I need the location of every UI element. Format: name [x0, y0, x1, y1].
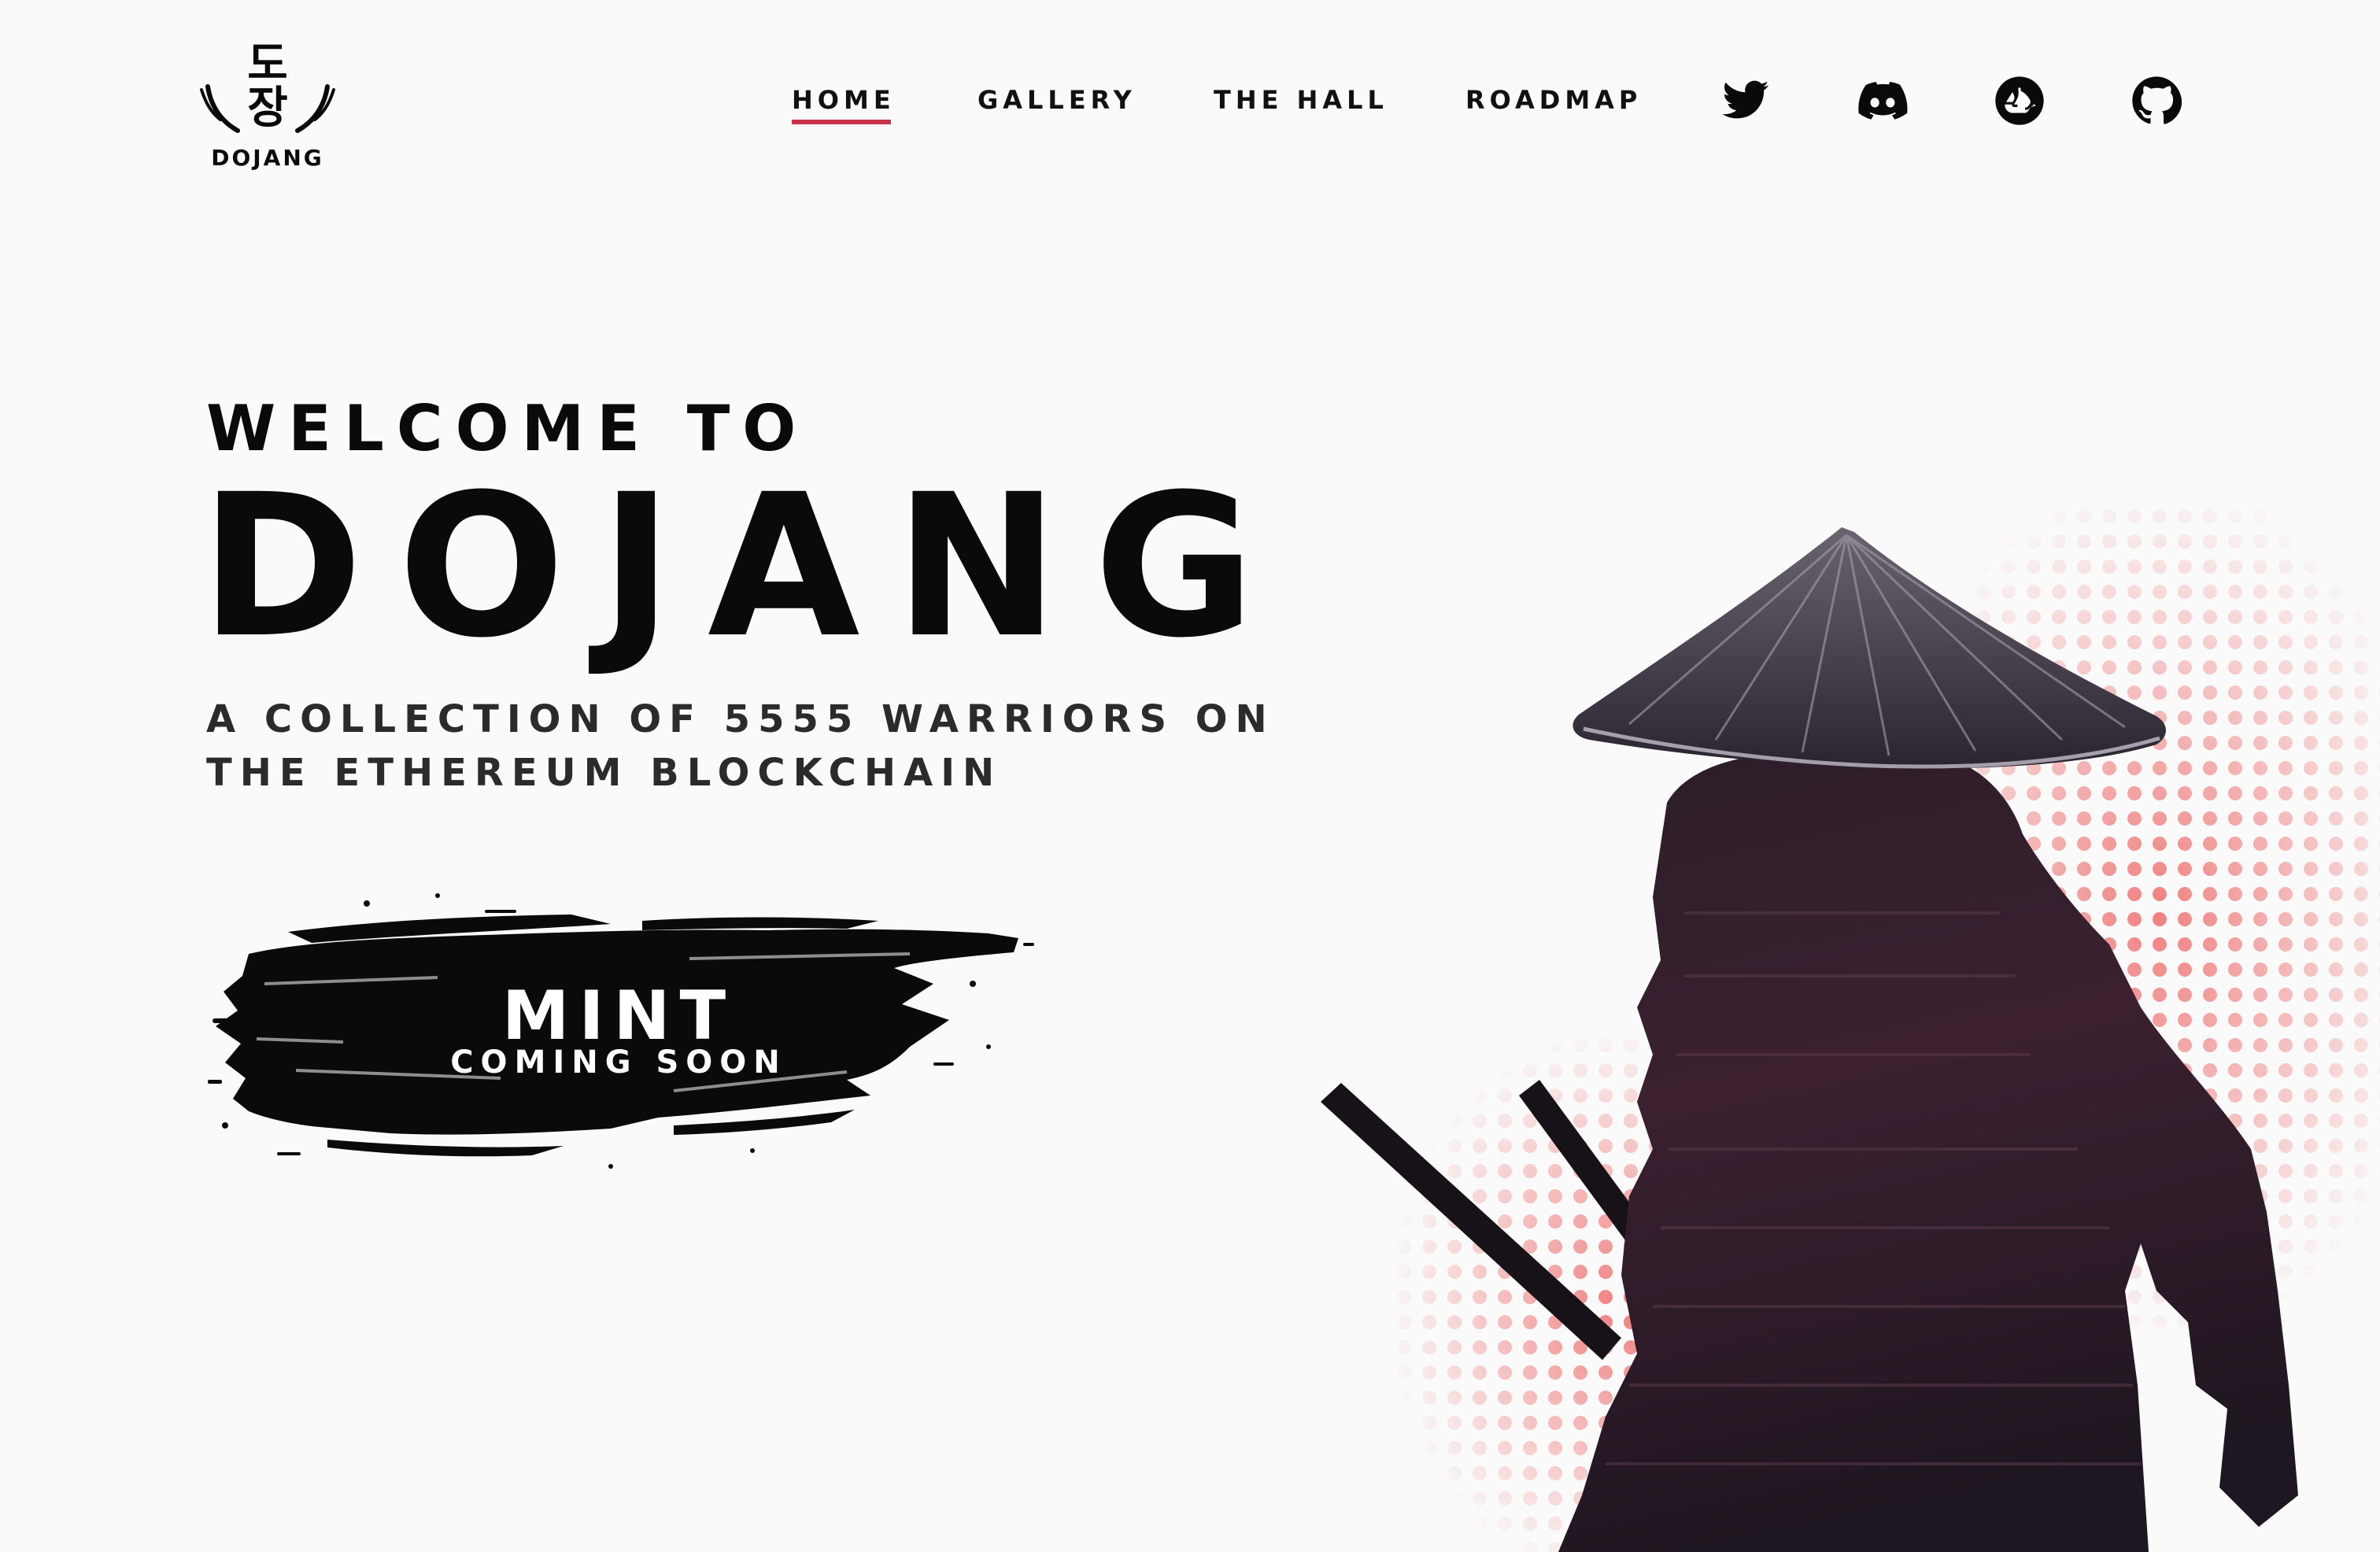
- nav-gallery[interactable]: GALLERY: [978, 85, 1136, 115]
- samurai-illustration: [1291, 504, 2380, 1552]
- twitter-icon: [1722, 80, 1769, 119]
- hero-title: DOJANG: [200, 452, 1290, 681]
- github-icon: [2132, 76, 2182, 124]
- logo-hangul-top: 도: [247, 39, 288, 90]
- github-link[interactable]: [2131, 76, 2182, 126]
- hero-subtitle-line-2: THE ETHEREUM BLOCKCHAIN: [206, 751, 1003, 795]
- mint-label: MINT: [501, 977, 736, 1055]
- hero-subtitle: A COLLECTION OF 5555 WARRIORS ON THE ETH…: [206, 693, 1292, 800]
- hero-subtitle-line-1: A COLLECTION OF 5555 WARRIORS ON: [206, 697, 1275, 741]
- nav-roadmap[interactable]: ROADMAP: [1465, 85, 1642, 115]
- twitter-link[interactable]: [1720, 76, 1771, 126]
- opensea-link[interactable]: [1994, 76, 2045, 126]
- discord-link[interactable]: [1857, 76, 1908, 126]
- logo-text: DOJANG: [211, 145, 324, 171]
- discord-icon: [1858, 82, 1908, 120]
- mint-sublabel: COMING SOON: [450, 1044, 787, 1081]
- nav-the-hall[interactable]: THE HALL: [1214, 85, 1388, 115]
- mint-button[interactable]: MINT COMING SOON: [201, 866, 1036, 1196]
- opensea-icon: [1995, 76, 2044, 125]
- nav-home[interactable]: HOME: [792, 85, 896, 124]
